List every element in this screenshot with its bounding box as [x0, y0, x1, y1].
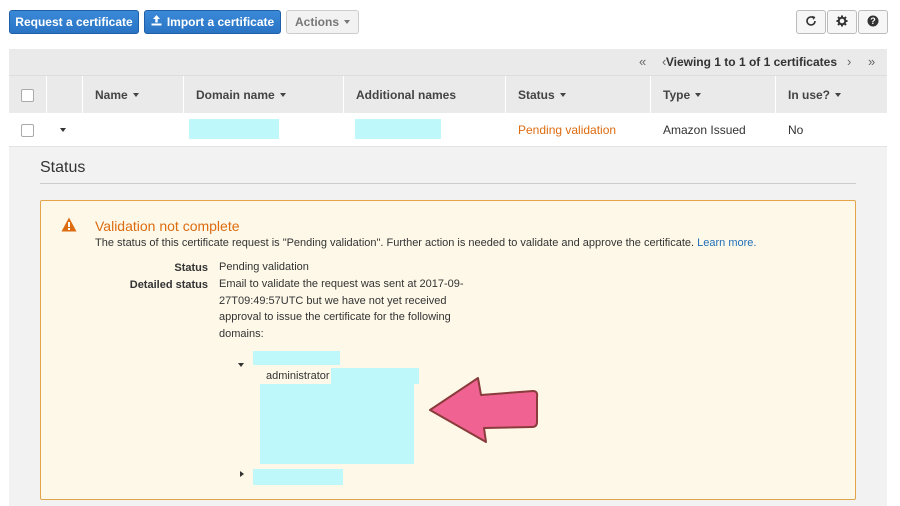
alert-title: Validation not complete: [95, 218, 240, 234]
column-header-in-use[interactable]: In use?: [775, 76, 887, 114]
learn-more-link[interactable]: Learn more.: [697, 237, 756, 249]
svg-text:?: ?: [870, 16, 876, 26]
help-icon: ?: [867, 15, 879, 30]
last-page-button[interactable]: »: [868, 54, 875, 69]
chevron-down-icon: [238, 362, 244, 367]
cell-status: Pending validation: [518, 123, 617, 137]
row-checkbox[interactable]: [21, 123, 34, 137]
table-header: Name Domain name Additional names Status…: [9, 75, 887, 114]
refresh-icon: [805, 15, 817, 30]
cell-in-use: No: [788, 123, 804, 137]
next-page-button[interactable]: ›: [847, 54, 851, 69]
sort-icon: [132, 93, 139, 97]
redacted-domain-name: [253, 351, 340, 365]
gear-icon: [836, 15, 848, 30]
sort-icon: [835, 93, 842, 97]
redacted-email-list: [260, 384, 414, 464]
domain-expand-toggle[interactable]: [238, 356, 244, 374]
chevron-down-icon: [60, 128, 66, 132]
actions-dropdown[interactable]: Actions: [286, 10, 359, 34]
upload-icon: [151, 15, 162, 29]
table-row[interactable]: Pending validation Amazon Issued No: [9, 113, 887, 147]
settings-button[interactable]: [827, 10, 857, 34]
status-heading: Status: [40, 159, 86, 176]
select-all-checkbox[interactable]: [21, 88, 34, 102]
redacted-domain: [189, 119, 279, 139]
column-header-status[interactable]: Status: [505, 76, 650, 114]
chevron-down-icon: [344, 20, 350, 24]
expand-column-header: [46, 76, 82, 114]
redacted-email-domain: [331, 368, 419, 384]
annotation-arrow-icon: [429, 377, 539, 443]
import-certificate-button[interactable]: Import a certificate: [144, 10, 281, 34]
warning-icon: [61, 217, 77, 237]
row-expand-toggle[interactable]: [60, 113, 66, 147]
divider: [40, 183, 856, 184]
redacted-domain-name-2: [253, 469, 343, 485]
column-header-name[interactable]: Name: [82, 76, 183, 114]
chevron-right-icon[interactable]: [240, 471, 244, 477]
column-header-type[interactable]: Type: [650, 76, 775, 114]
request-certificate-button[interactable]: Request a certificate: [9, 10, 139, 34]
row-checkbox-cell: [21, 113, 34, 147]
status-label: Status: [174, 262, 208, 274]
redacted-additional-names: [355, 119, 441, 139]
alert-description: The status of this certificate request i…: [95, 237, 757, 249]
email-prefix: administrator: [266, 370, 330, 382]
column-header-additional-names: Additional names: [343, 76, 505, 114]
pagination-text: Viewing 1 to 1 of 1 certificates: [665, 55, 837, 69]
detailed-status-value: Email to validate the request was sent a…: [219, 278, 464, 340]
sort-icon: [695, 93, 702, 97]
refresh-button[interactable]: [796, 10, 826, 34]
help-button[interactable]: ?: [858, 10, 888, 34]
sort-icon: [279, 93, 286, 97]
cell-type: Amazon Issued: [663, 123, 746, 137]
status-value: Pending validation: [219, 261, 309, 273]
sort-icon: [559, 93, 566, 97]
select-all-cell: [9, 76, 46, 114]
first-page-button[interactable]: «: [639, 54, 646, 69]
column-header-domain[interactable]: Domain name: [183, 76, 343, 114]
detailed-status-label: Detailed status: [129, 279, 208, 291]
pagination-bar: « ‹ Viewing 1 to 1 of 1 certificates › »: [9, 49, 887, 75]
